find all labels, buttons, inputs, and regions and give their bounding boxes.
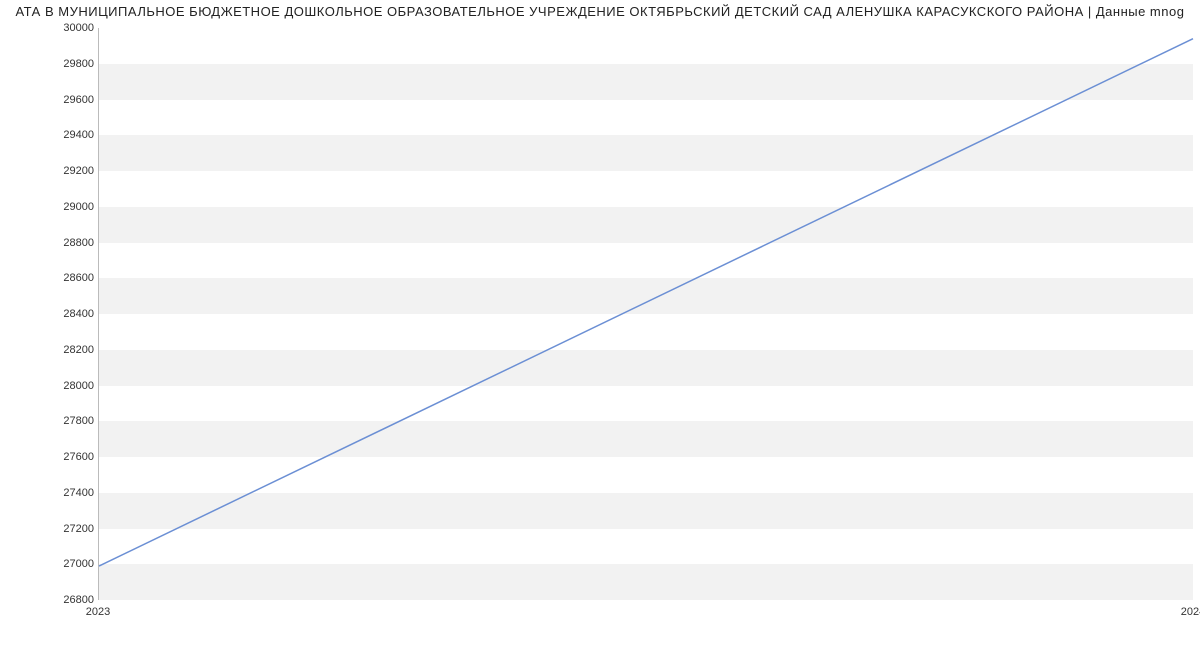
line-layer [99, 28, 1193, 600]
y-tick-label: 29400 [44, 129, 94, 141]
y-tick-label: 27800 [44, 415, 94, 427]
y-tick-label: 29800 [44, 58, 94, 70]
y-tick-label: 28800 [44, 237, 94, 249]
x-tick-label: 2023 [86, 606, 110, 618]
y-tick-label: 27600 [44, 451, 94, 463]
y-tick-label: 27400 [44, 487, 94, 499]
chart-title: АТА В МУНИЦИПАЛЬНОЕ БЮДЖЕТНОЕ ДОШКОЛЬНОЕ… [0, 4, 1200, 19]
y-tick-label: 28200 [44, 344, 94, 356]
y-tick-label: 28000 [44, 380, 94, 392]
x-tick-label: 2024 [1181, 606, 1200, 618]
y-tick-label: 27000 [44, 558, 94, 570]
y-tick-label: 27200 [44, 523, 94, 535]
y-tick-label: 29200 [44, 165, 94, 177]
y-tick-label: 29600 [44, 94, 94, 106]
y-tick-label: 28600 [44, 272, 94, 284]
plot-area [98, 28, 1193, 600]
series-line [99, 39, 1193, 566]
y-tick-label: 30000 [44, 22, 94, 34]
y-tick-label: 28400 [44, 308, 94, 320]
y-tick-label: 29000 [44, 201, 94, 213]
chart-container: АТА В МУНИЦИПАЛЬНОЕ БЮДЖЕТНОЕ ДОШКОЛЬНОЕ… [0, 0, 1200, 650]
y-tick-label: 26800 [44, 594, 94, 606]
